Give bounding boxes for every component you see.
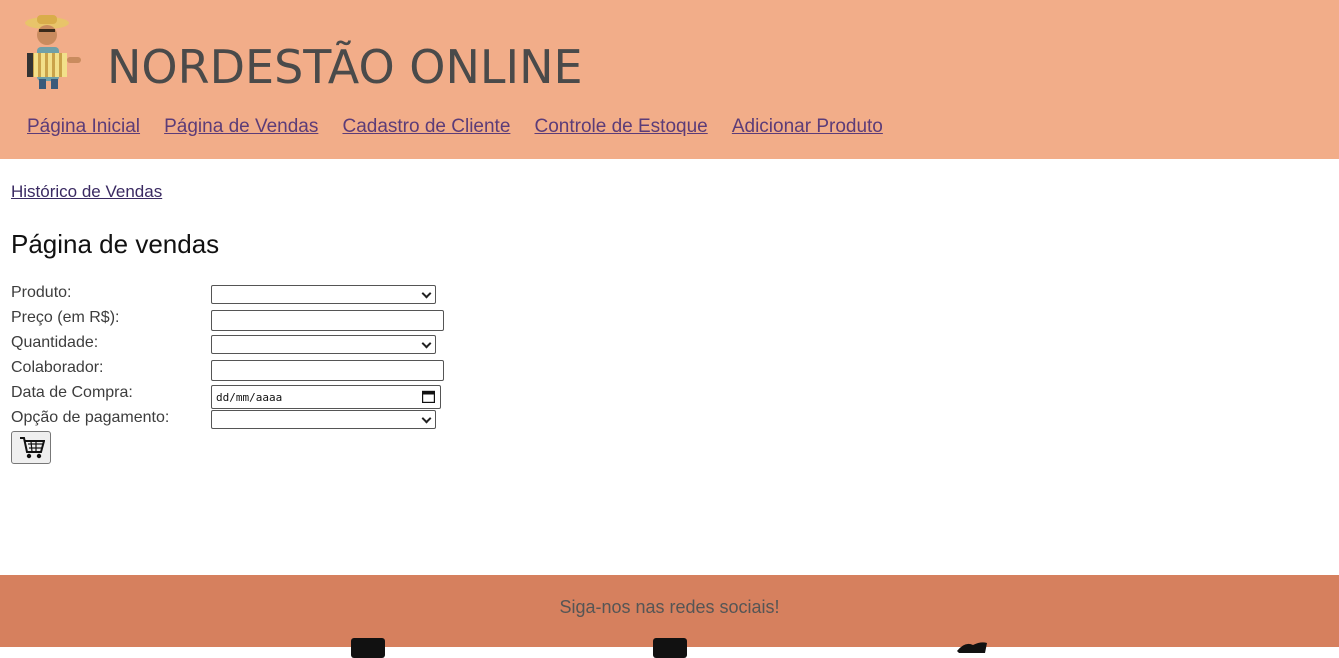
calendar-icon[interactable] (422, 390, 435, 403)
nav-controle-de-estoque[interactable]: Controle de Estoque (535, 116, 708, 137)
preco-label: Preço (em R$): (11, 309, 120, 326)
data-de-compra-input[interactable]: dd/mm/aaaa (211, 385, 441, 409)
twitter-icon[interactable] (955, 638, 989, 658)
follow-us-text: Siga-nos nas redes sociais! (559, 597, 780, 617)
instagram-icon[interactable] (653, 638, 687, 658)
colaborador-input[interactable] (211, 360, 444, 381)
site-header: NORDESTÃO ONLINE Página Inicial Página d… (0, 0, 1339, 159)
shopping-cart-icon (20, 437, 45, 459)
data-de-compra-label: Data de Compra: (11, 384, 133, 401)
pagamento-select[interactable] (211, 410, 436, 429)
page-title: Página de vendas (11, 229, 220, 259)
opcao-de-pagamento-label: Opção de pagamento: (11, 409, 170, 426)
accordion-player-icon (25, 15, 81, 89)
historico-de-vendas-link[interactable]: Histórico de Vendas (11, 182, 162, 202)
date-placeholder: dd/mm/aaaa (216, 391, 283, 404)
quantidade-select[interactable] (211, 335, 436, 354)
brand-title: NORDESTÃO ONLINE (107, 40, 583, 94)
add-to-cart-button[interactable] (11, 431, 51, 464)
nav-pagina-inicial[interactable]: Página Inicial (27, 116, 140, 137)
preco-input[interactable] (211, 310, 444, 331)
produto-label: Produto: (11, 284, 72, 301)
produto-select[interactable] (211, 285, 436, 304)
site-footer: Siga-nos nas redes sociais! (0, 575, 1339, 658)
facebook-icon[interactable] (351, 638, 385, 658)
nav-cadastro-de-cliente[interactable]: Cadastro de Cliente (342, 116, 510, 137)
nav-adicionar-produto[interactable]: Adicionar Produto (732, 116, 883, 137)
main-nav: Página Inicial Página de Vendas Cadastro… (27, 116, 902, 138)
quantidade-label: Quantidade: (11, 334, 99, 351)
nav-pagina-de-vendas[interactable]: Página de Vendas (164, 116, 318, 137)
colaborador-label: Colaborador: (11, 359, 104, 376)
